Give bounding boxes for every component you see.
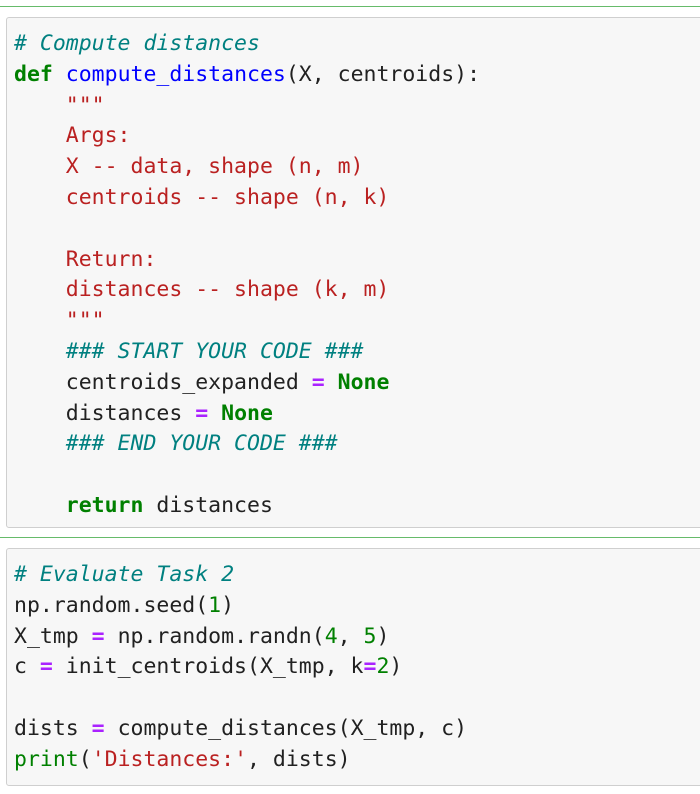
code-operator: = — [311, 369, 325, 395]
code-text: (X, centroids): — [285, 61, 481, 87]
code-string: """ — [65, 92, 105, 118]
code-string: 'Distances:' — [91, 746, 248, 772]
code-keyword: None — [337, 369, 390, 395]
code-line: Args: — [14, 123, 131, 148]
code-line: ### START YOUR CODE ### — [14, 339, 364, 364]
code-operator: = — [195, 400, 209, 426]
code-text: , — [337, 623, 364, 649]
code-line: X -- data, shape (n, m) — [14, 154, 364, 179]
code-cell-compute-distances[interactable]: # Compute distances def compute_distance… — [6, 17, 700, 528]
code-text: ) — [389, 654, 403, 680]
code-line: ### END YOUR CODE ### — [14, 431, 338, 456]
code-operator: = — [91, 715, 105, 741]
code-string: centroids -- shape (n, k) — [14, 184, 390, 210]
code-string: Return: — [14, 246, 157, 272]
code-text: ( — [78, 746, 92, 772]
code-line: dists = compute_distances(X_tmp, c) — [14, 716, 467, 741]
code-text: centroids_expanded — [14, 369, 312, 395]
code-comment: # Evaluate Task 2 — [14, 562, 235, 587]
code-line: np.random.seed(1) — [14, 593, 234, 618]
code-string: """ — [14, 308, 105, 334]
code-operator: = — [363, 654, 377, 680]
code-text: dists — [14, 715, 92, 741]
code-line: centroids -- shape (n, k) — [14, 184, 390, 210]
code-string: Args: — [14, 123, 131, 149]
code-number: 4 — [324, 623, 338, 649]
code-comment: ### END YOUR CODE ### — [65, 431, 338, 457]
code-number: 2 — [376, 654, 390, 680]
code-editor[interactable]: # Evaluate Task 2 np.random.seed(1) X_tm… — [7, 549, 700, 776]
code-text: init_centroids(X_tmp, k — [52, 654, 364, 680]
code-line: distances = None — [14, 401, 273, 426]
code-text: ) — [221, 592, 235, 618]
cell-separator — [0, 537, 700, 538]
code-builtin: print — [14, 746, 79, 772]
code-text: ) — [376, 623, 390, 649]
code-text: X_tmp — [14, 623, 92, 649]
code-line: Return: — [14, 246, 157, 272]
code-text: compute_distances(X_tmp, c) — [104, 715, 468, 741]
code-text: c — [14, 654, 40, 680]
code-line: c = init_centroids(X_tmp, k=2) — [14, 654, 402, 679]
code-line: """ — [14, 93, 105, 118]
code-line: distances -- shape (k, m) — [14, 277, 390, 303]
code-line: # Compute distances — [14, 31, 260, 56]
code-keyword: def — [14, 61, 53, 87]
code-operator: = — [91, 623, 105, 649]
code-string: X -- data, shape (n, m) — [14, 154, 364, 180]
code-text: distances — [14, 400, 196, 426]
code-keyword: return — [65, 492, 144, 518]
code-line: print('Distances:', dists) — [14, 747, 351, 772]
code-comment: ### START YOUR CODE ### — [65, 338, 364, 364]
code-line: centroids_expanded = None — [14, 369, 390, 395]
code-text: np.random.seed( — [14, 592, 209, 618]
code-function-name: compute_distances — [65, 61, 286, 87]
code-comment: # Compute distances — [14, 31, 260, 56]
code-line: """ — [14, 308, 105, 333]
code-text: , dists) — [247, 746, 351, 772]
code-number: 1 — [208, 592, 222, 618]
code-line: def compute_distances(X, centroids): — [14, 62, 480, 87]
code-text: np.random.randn( — [104, 623, 325, 649]
code-line: # Evaluate Task 2 — [14, 562, 234, 587]
code-string: distances -- shape (k, m) — [14, 277, 390, 303]
code-line: X_tmp = np.random.randn(4, 5) — [14, 624, 389, 649]
code-editor[interactable]: # Compute distances def compute_distance… — [7, 18, 700, 522]
code-operator: = — [39, 654, 53, 680]
code-keyword: None — [221, 400, 273, 426]
code-line: return distances — [14, 493, 273, 518]
code-cell-evaluate-task-2[interactable]: # Evaluate Task 2 np.random.seed(1) X_tm… — [6, 548, 700, 786]
code-text: distances — [143, 492, 273, 518]
cell-separator — [0, 6, 700, 7]
code-number: 5 — [363, 623, 377, 649]
